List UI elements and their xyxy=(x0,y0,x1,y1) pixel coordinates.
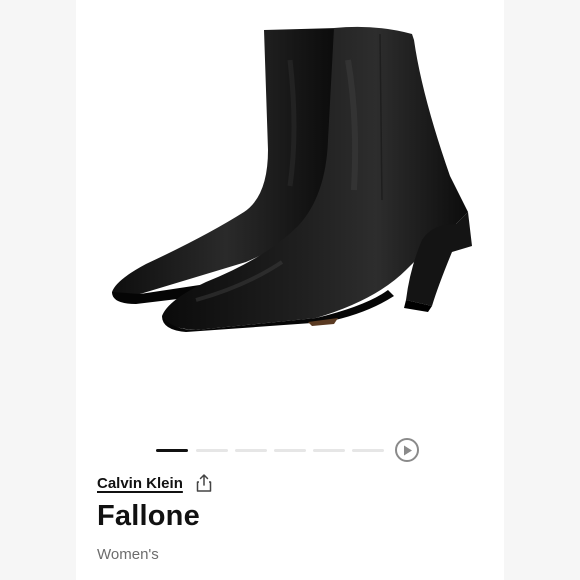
play-icon xyxy=(404,445,412,456)
carousel-dot-1[interactable] xyxy=(156,449,188,452)
product-gender: Women's xyxy=(97,546,159,563)
carousel-dot-6[interactable] xyxy=(352,449,384,452)
image-carousel-indicators xyxy=(76,437,504,465)
play-video-button[interactable] xyxy=(395,438,419,462)
carousel-dot-2[interactable] xyxy=(196,449,228,452)
brand-row: Calvin Klein xyxy=(97,472,213,494)
brand-link[interactable]: Calvin Klein xyxy=(97,475,183,492)
boots-illustration xyxy=(112,26,472,332)
carousel-dot-5[interactable] xyxy=(313,449,345,452)
carousel-dot-4[interactable] xyxy=(274,449,306,452)
carousel-dot-3[interactable] xyxy=(235,449,267,452)
share-icon[interactable] xyxy=(195,473,213,493)
product-card: Calvin Klein Fallone Women's xyxy=(76,0,504,580)
product-image[interactable] xyxy=(76,0,504,430)
product-title: Fallone xyxy=(97,500,200,532)
